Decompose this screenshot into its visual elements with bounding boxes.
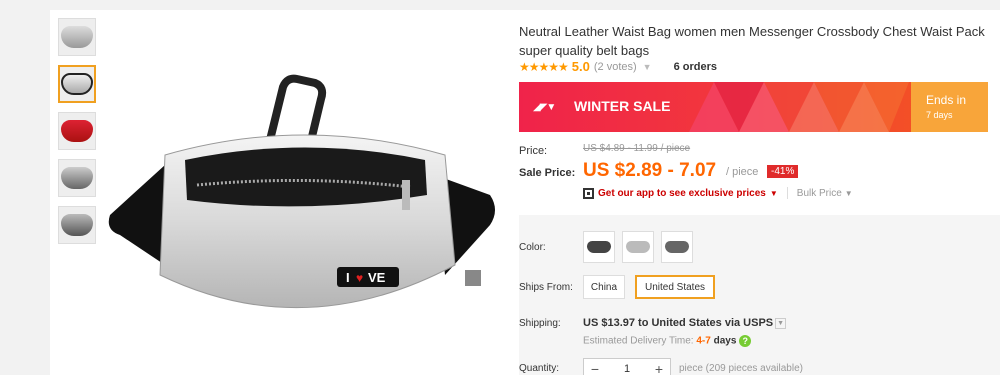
product-title: Neutral Leather Waist Bag women men Mess… <box>519 24 985 58</box>
svg-text:♥: ♥ <box>356 271 363 285</box>
thumbnail-1[interactable] <box>58 18 96 56</box>
rating-stars: ★★★★★ <box>519 59 569 74</box>
quantity-stepper[interactable]: − 1 + <box>583 358 671 375</box>
help-icon[interactable]: ? <box>739 335 752 347</box>
quantity-available: piece (209 pieces available) <box>679 363 803 374</box>
ships-from-row: Ships From: China United States <box>519 275 989 299</box>
color-swatch-3[interactable] <box>661 231 693 263</box>
color-label: Color: <box>519 242 546 253</box>
svg-text:VE: VE <box>368 270 386 285</box>
banner-pattern <box>689 82 909 132</box>
main-product-image[interactable]: I ♥ VE <box>105 65 500 330</box>
countdown-box: Ends in 7 days <box>911 82 988 132</box>
rating-score: 5.0 <box>571 59 590 74</box>
original-price: US $4.89 - 11.99 / piece <box>583 143 691 154</box>
app-prices-row: Get our app to see exclusive prices ▼ Bu… <box>583 187 853 199</box>
divider <box>786 187 788 199</box>
per-piece: / piece <box>726 166 759 178</box>
app-prices-link[interactable]: Get our app to see exclusive prices <box>598 188 766 199</box>
shipping-row: Shipping: US $13.97 to United States via… <box>519 317 989 349</box>
quantity-input[interactable]: 1 <box>606 363 648 375</box>
bulk-price-link[interactable]: Bulk Price <box>797 188 842 199</box>
color-swatch-1[interactable] <box>583 231 615 263</box>
sale-price: US $2.89 - 7.07 <box>583 160 717 181</box>
est-label: Estimated Delivery Time: <box>583 335 694 347</box>
banner-label: WINTER SALE <box>574 98 671 114</box>
product-info: Neutral Leather Waist Bag women men Mess… <box>519 10 1000 375</box>
votes-link[interactable]: (2 votes) <box>594 61 637 73</box>
quantity-row: Quantity: − 1 + piece (209 pieces availa… <box>519 358 989 375</box>
ends-in-days: 7 days <box>926 110 953 120</box>
est-range: 4-7 <box>696 335 711 347</box>
ships-from-china[interactable]: China <box>583 275 625 299</box>
sale-logo-icon: ◢◤▼ <box>533 102 556 113</box>
estimated-delivery: Estimated Delivery Time: 4-7 days ? <box>583 335 752 347</box>
color-row: Color: <box>519 231 989 263</box>
orders-count: 6 orders <box>673 60 718 73</box>
shipping-method[interactable]: US $13.97 to United States via USPS ▼ <box>583 317 787 329</box>
thumbnail-5[interactable] <box>58 206 96 244</box>
thumbnail-4[interactable] <box>58 159 96 197</box>
est-unit: days <box>713 335 737 347</box>
ships-from-label: Ships From: <box>519 282 573 293</box>
quantity-label: Quantity: <box>519 363 560 374</box>
chevron-down-icon[interactable]: ▼ <box>643 62 652 72</box>
ships-from-united-states[interactable]: United States <box>635 275 715 299</box>
product-page: I ♥ VE Neutral Leather Waist Bag women m… <box>50 10 1000 375</box>
minus-icon[interactable]: − <box>584 361 606 375</box>
waist-bag-image: I ♥ VE <box>108 74 495 309</box>
chevron-down-icon[interactable]: ▼ <box>775 317 787 329</box>
thumbnail-2[interactable] <box>58 65 96 103</box>
discount-badge: -41% <box>767 165 799 178</box>
sale-price-row: Sale Price: US $2.89 - 7.07 / piece -41% <box>519 160 989 186</box>
plus-icon[interactable]: + <box>648 361 670 375</box>
thumbnail-list <box>58 18 98 253</box>
shipping-label: Shipping: <box>519 318 561 329</box>
ends-in-label: Ends in <box>926 93 967 107</box>
chevron-down-icon[interactable]: ▼ <box>845 189 853 198</box>
rating-row: ★★★★★ 5.0 (2 votes) ▼ 6 orders <box>519 59 717 74</box>
options-panel: Color: Ships From: China United States S… <box>519 215 1000 375</box>
sale-price-label: Sale Price: <box>519 167 576 179</box>
qr-code-icon <box>583 187 594 199</box>
winter-sale-banner[interactable]: ◢◤▼ WINTER SALE Ends in 7 days <box>519 82 988 132</box>
color-swatch-2[interactable] <box>622 231 654 263</box>
chevron-down-icon[interactable]: ▼ <box>770 189 778 198</box>
svg-text:I: I <box>346 270 350 285</box>
price-row: Price: US $4.89 - 11.99 / piece <box>519 143 989 159</box>
thumbnail-3[interactable] <box>58 112 96 150</box>
price-label: Price: <box>519 145 548 157</box>
shipping-value: US $13.97 to United States via USPS <box>583 317 774 329</box>
